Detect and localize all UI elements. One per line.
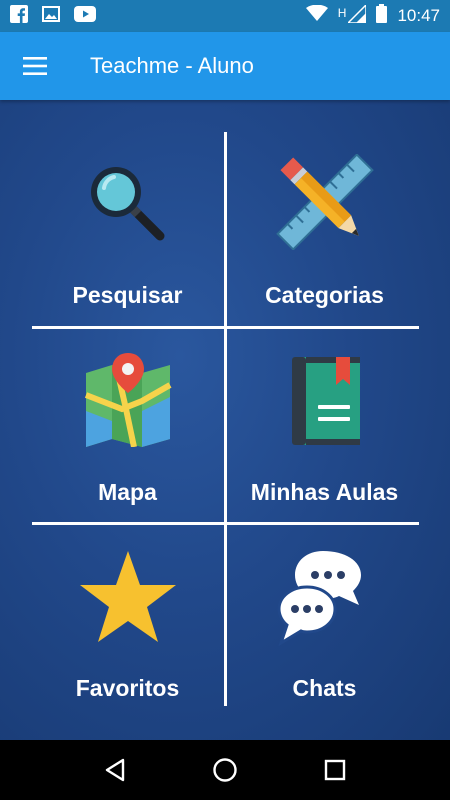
wifi-icon — [305, 4, 328, 27]
app-bar: Teachme - Aluno — [0, 32, 450, 100]
magnifier-icon — [90, 167, 164, 241]
status-time: 10:47 — [397, 6, 440, 25]
tile-chats[interactable]: Chats — [227, 525, 422, 720]
back-button[interactable] — [95, 750, 135, 790]
tile-label: Favoritos — [75, 675, 180, 701]
tile-label: Categorias — [265, 282, 384, 308]
home-button[interactable] — [205, 750, 245, 790]
signal-icon — [346, 2, 368, 28]
ruler-pencil-icon — [275, 154, 374, 250]
main-menu-grid: Pesquisar Categorias Mapa Minhas Aulas F… — [0, 100, 450, 740]
tile-label: Minhas Aulas — [250, 479, 399, 505]
tile-categorias[interactable]: Categorias — [227, 132, 422, 327]
tile-label: Pesquisar — [72, 282, 183, 308]
system-nav-bar — [0, 740, 450, 800]
recents-button[interactable] — [315, 750, 355, 790]
book-icon — [291, 357, 360, 445]
recents-icon — [324, 759, 346, 781]
star-icon — [79, 551, 176, 642]
tile-label: Chats — [292, 675, 357, 701]
tile-pesquisar[interactable]: Pesquisar — [30, 132, 225, 327]
tile-favoritos[interactable]: Favoritos — [30, 525, 225, 720]
tile-minhas-aulas[interactable]: Minhas Aulas — [227, 329, 422, 524]
network-type-label: H — [337, 6, 347, 20]
battery-icon — [376, 4, 388, 28]
chat-bubbles-icon — [276, 551, 361, 647]
youtube-icon — [74, 5, 96, 27]
facebook-icon — [10, 4, 28, 28]
hamburger-menu-icon — [23, 57, 47, 75]
image-icon — [42, 5, 60, 27]
tile-mapa[interactable]: Mapa — [30, 329, 225, 524]
status-left — [10, 4, 96, 28]
tile-label: Mapa — [98, 479, 157, 505]
menu-button[interactable] — [0, 32, 70, 100]
app-title: Teachme - Aluno — [90, 53, 254, 78]
back-icon — [105, 758, 125, 782]
status-bar: H 10:47 — [0, 0, 450, 32]
status-right: H 10:47 — [305, 2, 440, 28]
map-icon — [84, 353, 171, 447]
home-icon — [213, 758, 237, 782]
